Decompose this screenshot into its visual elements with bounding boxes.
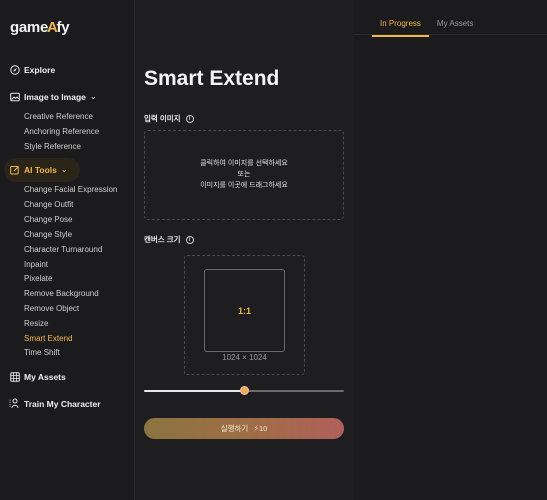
- nav-my-assets[interactable]: My Assets: [9, 371, 66, 382]
- page-title: Smart Extend: [144, 67, 280, 90]
- sidebar-item-change-pose[interactable]: Change Pose: [24, 215, 72, 224]
- sidebar-item-anchoring-reference[interactable]: Anchoring Reference: [24, 127, 99, 136]
- image-upload-dropzone[interactable]: 클릭하여 이미지를 선택하세요 또는 이미지를 이곳에 드래그하세요: [144, 130, 344, 220]
- nav-train-my-character-label: Train My Character: [24, 398, 101, 409]
- canvas-size-label: 캔버스 크기 i: [144, 234, 194, 245]
- canvas-ratio-text: 1:1: [237, 305, 251, 316]
- slider-fill: [144, 390, 244, 392]
- right-panel: In Progress My Assets: [354, 0, 547, 500]
- canvas-ratio-box[interactable]: 1:1: [204, 269, 285, 352]
- canvas-size-label-text: 캔버스 크기: [144, 235, 181, 244]
- nav-image-to-image-label: Image to Image: [24, 91, 86, 102]
- character-icon: [9, 398, 20, 409]
- upload-hint-line1: 클릭하여 이미지를 선택하세요: [200, 160, 288, 167]
- info-icon[interactable]: i: [185, 114, 194, 123]
- run-cost: 10: [258, 424, 268, 433]
- nav-train-my-character[interactable]: Train My Character: [9, 398, 101, 409]
- nav-ai-tools[interactable]: AI Tools ⌄: [9, 164, 68, 175]
- sidebar-item-remove-background[interactable]: Remove Background: [24, 289, 99, 298]
- sidebar-item-smart-extend[interactable]: Smart Extend: [24, 334, 72, 343]
- slider-thumb[interactable]: [240, 386, 249, 395]
- logo-text: game: [10, 19, 48, 36]
- sidebar: game Afy Explore Image to Image ⌄ Creativ…: [0, 0, 135, 500]
- main-panel: Smart Extend 입력 이미지 i 클릭하여 이미지를 선택하세요 또는…: [135, 0, 354, 500]
- run-button-label: 실행하기: [220, 424, 249, 433]
- chevron-down-icon: ⌄: [60, 165, 68, 174]
- sidebar-item-remove-object[interactable]: Remove Object: [24, 304, 79, 313]
- input-image-label: 입력 이미지 i: [144, 113, 194, 124]
- logo-text-end: fy: [56, 19, 70, 36]
- sidebar-item-time-shift[interactable]: Time Shift: [24, 348, 60, 357]
- sidebar-item-creative-reference[interactable]: Creative Reference: [24, 112, 93, 121]
- compass-icon: [9, 64, 20, 75]
- info-icon[interactable]: i: [185, 235, 194, 244]
- sidebar-item-style-reference[interactable]: Style Reference: [24, 142, 81, 151]
- nav-explore-label: Explore: [24, 64, 56, 75]
- grid-icon: [9, 371, 20, 382]
- canvas-preview: 1:1 1024 × 1024: [184, 255, 305, 375]
- sidebar-item-change-outfit[interactable]: Change Outfit: [24, 200, 73, 209]
- canvas-size-slider[interactable]: [144, 386, 344, 395]
- sidebar-item-character-turnaround[interactable]: Character Turnaround: [24, 245, 102, 254]
- nav-explore[interactable]: Explore: [9, 64, 55, 75]
- run-button[interactable]: 실행하기 ⚡ 10: [144, 418, 344, 439]
- upload-hint-line2: 또는: [237, 171, 251, 178]
- chevron-down-icon: ⌄: [89, 92, 97, 101]
- input-image-label-text: 입력 이미지: [144, 114, 181, 123]
- upload-hint-line3: 이미지를 이곳에 드래그하세요: [200, 182, 288, 189]
- nav-my-assets-label: My Assets: [24, 371, 66, 382]
- tabs-divider: [354, 34, 547, 35]
- image-icon: [9, 91, 20, 102]
- sidebar-item-inpaint[interactable]: Inpaint: [24, 260, 48, 269]
- sidebar-item-change-style[interactable]: Change Style: [24, 230, 72, 239]
- sidebar-item-pixelate[interactable]: Pixelate: [24, 274, 52, 283]
- sidebar-item-resize[interactable]: Resize: [24, 319, 48, 328]
- app-logo[interactable]: game Afy: [10, 19, 70, 36]
- nav-ai-tools-label: AI Tools: [24, 164, 57, 175]
- sidebar-item-change-facial-expression[interactable]: Change Facial Expression: [24, 185, 117, 194]
- nav-image-to-image[interactable]: Image to Image ⌄: [9, 91, 97, 102]
- canvas-size-text: 1024 × 1024: [222, 353, 267, 362]
- edit-icon: [9, 164, 20, 175]
